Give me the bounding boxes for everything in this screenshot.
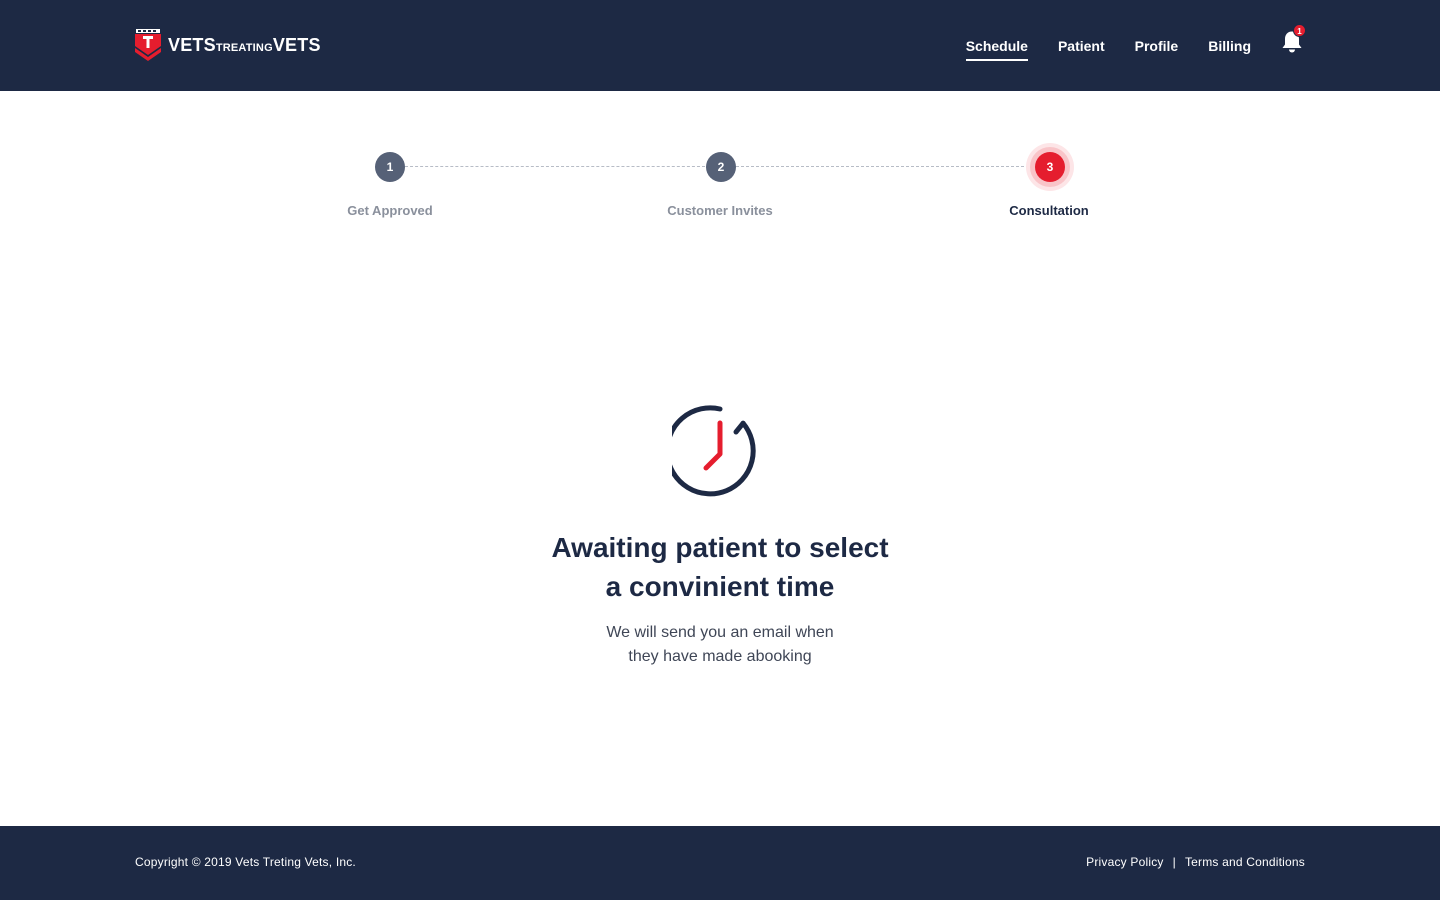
- step-2-label: Customer Invites: [667, 203, 773, 218]
- step-connector-2: [736, 166, 1034, 167]
- brand-word-2: TREATING: [215, 41, 273, 54]
- nav-patient[interactable]: Patient: [1058, 34, 1105, 58]
- awaiting-message-line-2: they have made abooking: [628, 648, 812, 665]
- terms-link[interactable]: Terms and Conditions: [1185, 855, 1305, 869]
- copyright-text: Copyright © 2019 Vets Treting Vets, Inc.: [135, 855, 356, 869]
- awaiting-message: We will send you an email when they have…: [520, 621, 920, 669]
- brand-logo[interactable]: VETS TREATING VETS: [135, 29, 321, 61]
- awaiting-title-line-1: Awaiting patient to select: [551, 532, 889, 563]
- progress-stepper: 1 2 3 Get Approved Customer Invites Cons…: [0, 140, 1440, 230]
- step-3-label: Consultation: [1009, 203, 1089, 218]
- nav-schedule[interactable]: Schedule: [965, 34, 1029, 61]
- page-footer: Copyright © 2019 Vets Treting Vets, Inc.…: [0, 826, 1440, 900]
- nav-billing[interactable]: Billing: [1208, 34, 1251, 58]
- step-1-circle: 1: [375, 152, 405, 182]
- step-1-label: Get Approved: [347, 203, 433, 218]
- brand-word-3: VETS: [272, 34, 321, 55]
- awaiting-title-line-2: a convinient time: [605, 571, 835, 602]
- privacy-policy-link[interactable]: Privacy Policy: [1086, 855, 1163, 869]
- footer-separator: |: [1172, 855, 1176, 869]
- step-2-circle: 2: [706, 152, 736, 182]
- main-nav: Schedule Patient Profile Billing 1: [936, 0, 1306, 91]
- top-navbar: VETS TREATING VETS Schedule Patient Prof…: [0, 0, 1440, 91]
- footer-links: Privacy Policy | Terms and Conditions: [1086, 855, 1305, 869]
- shield-logo-icon: [135, 29, 161, 61]
- nav-profile[interactable]: Profile: [1135, 34, 1179, 58]
- step-connector-1: [405, 166, 705, 167]
- awaiting-title: Awaiting patient to select a convinient …: [420, 528, 1020, 606]
- brand-word-1: VETS: [168, 34, 216, 55]
- step-3-circle: 3: [1035, 152, 1065, 182]
- brand-wordmark: VETS TREATING VETS: [168, 35, 321, 56]
- notifications-button[interactable]: 1: [1281, 23, 1306, 54]
- clock-icon: [672, 405, 756, 497]
- awaiting-message-line-1: We will send you an email when: [606, 624, 834, 641]
- notification-count-badge: 1: [1293, 23, 1306, 37]
